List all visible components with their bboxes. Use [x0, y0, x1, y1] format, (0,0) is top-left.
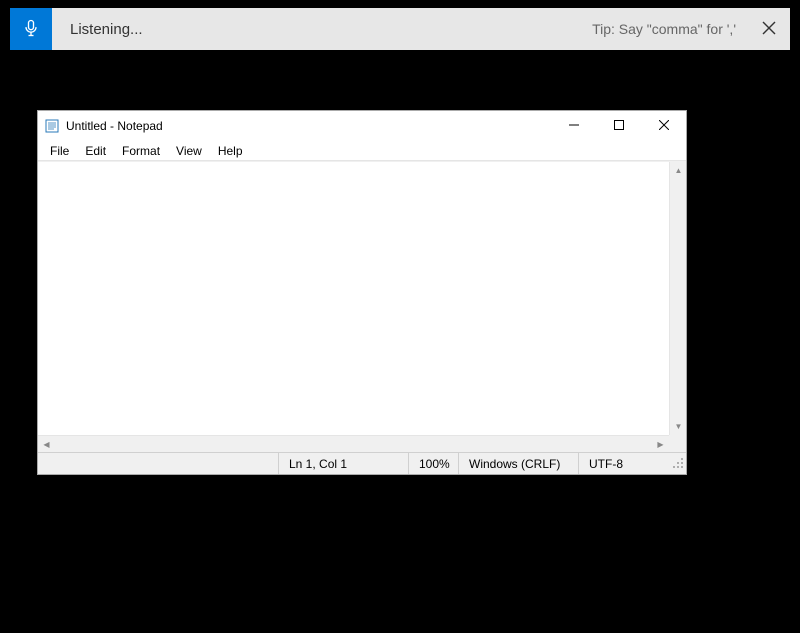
maximize-icon [614, 119, 624, 133]
horizontal-scrollbar[interactable]: ◀ ▶ [38, 435, 669, 452]
minimize-icon [569, 119, 579, 133]
minimize-button[interactable] [551, 111, 596, 141]
menu-help[interactable]: Help [210, 142, 251, 160]
vertical-scrollbar[interactable]: ▲ ▼ [669, 162, 686, 435]
menu-view[interactable]: View [168, 142, 210, 160]
window-title: Untitled - Notepad [66, 119, 551, 133]
scroll-up-icon: ▲ [670, 162, 686, 179]
status-zoom: 100% [408, 453, 458, 474]
status-lncol: Ln 1, Col 1 [278, 453, 408, 474]
microphone-button[interactable] [10, 8, 52, 50]
scroll-right-icon: ▶ [652, 436, 669, 452]
close-icon [659, 119, 669, 133]
status-eol: Windows (CRLF) [458, 453, 578, 474]
dictation-status-text: Listening... [70, 21, 592, 38]
dictation-close-button[interactable] [748, 8, 790, 50]
titlebar[interactable]: Untitled - Notepad [38, 111, 686, 141]
scroll-down-icon: ▼ [670, 418, 686, 435]
scroll-left-icon: ◀ [38, 436, 55, 452]
menu-edit[interactable]: Edit [77, 142, 114, 160]
dictation-tip-text: Tip: Say "comma" for ',' [592, 21, 736, 37]
status-spacer [38, 453, 278, 474]
menubar: File Edit Format View Help [38, 141, 686, 161]
menu-format[interactable]: Format [114, 142, 168, 160]
dictation-bar: Listening... Tip: Say "comma" for ',' [10, 8, 790, 50]
notepad-window: Untitled - Notepad File Edit Format Vi [37, 110, 687, 475]
status-encoding: UTF-8 [578, 453, 668, 474]
menu-file[interactable]: File [42, 142, 77, 160]
statusbar: Ln 1, Col 1 100% Windows (CRLF) UTF-8 [38, 452, 686, 474]
resize-grip-icon [672, 457, 684, 472]
maximize-button[interactable] [596, 111, 641, 141]
text-editor[interactable] [38, 162, 686, 452]
close-icon [762, 21, 776, 38]
editor-area: ▲ ▼ ◀ ▶ [38, 161, 686, 452]
notepad-icon [44, 118, 60, 134]
window-controls [551, 111, 686, 141]
window-close-button[interactable] [641, 111, 686, 141]
resize-grip[interactable] [668, 453, 686, 474]
microphone-icon [21, 18, 41, 41]
scroll-corner [669, 435, 686, 452]
